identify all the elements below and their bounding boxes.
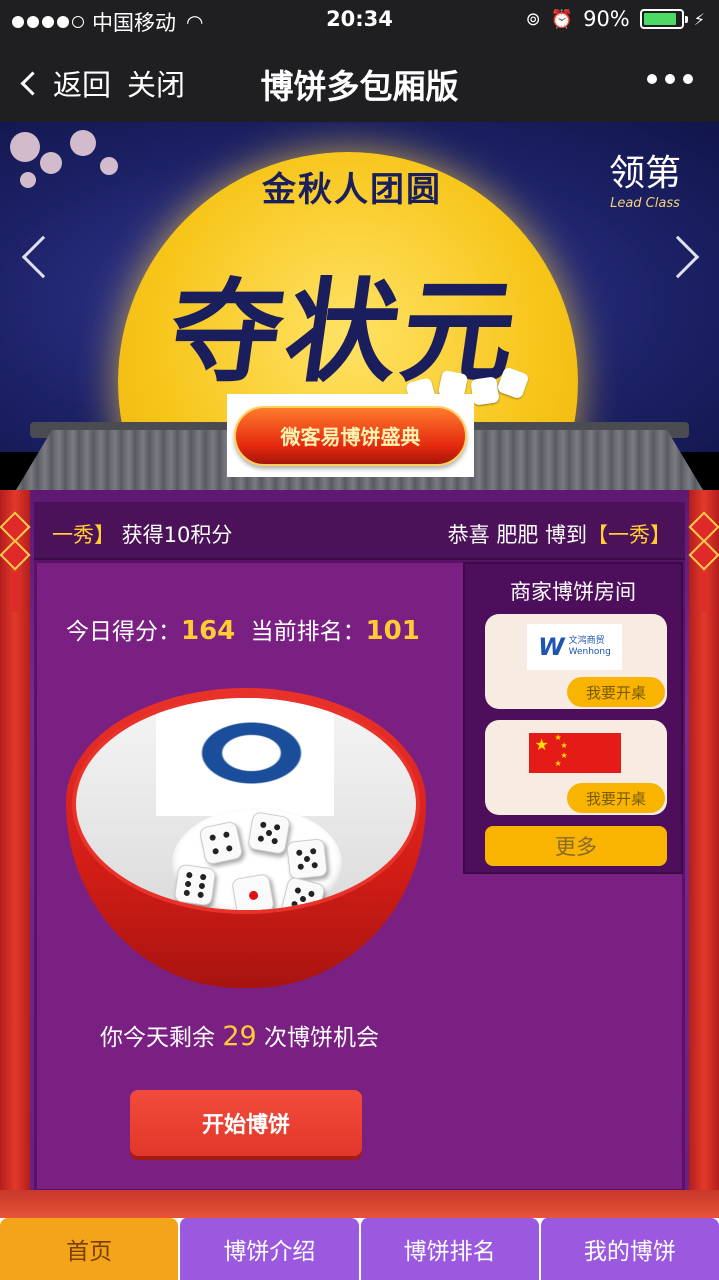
tab-ranking[interactable]: 博饼排名 bbox=[358, 1218, 539, 1280]
right-pillar bbox=[688, 490, 719, 1190]
e-logo-icon bbox=[180, 717, 310, 797]
tab-my-rolls[interactable]: 我的博饼 bbox=[538, 1218, 719, 1280]
open-table-button[interactable]: 我要开桌 bbox=[567, 783, 665, 813]
bottom-tab-bar: 首页 博饼介绍 博饼排名 我的博饼 bbox=[0, 1218, 719, 1280]
score-line: 今日得分：164 当前排名：101 bbox=[66, 616, 420, 646]
page-title: 博饼多包厢版 bbox=[260, 67, 459, 106]
remaining-chances: 你今天剩余 29 次博饼机会 bbox=[100, 1021, 379, 1052]
dice-bowl[interactable] bbox=[66, 688, 426, 988]
china-flag-logo: ★ ★ ★ ★ ★ bbox=[527, 730, 622, 776]
carousel-next-icon[interactable] bbox=[656, 235, 700, 279]
current-rank: 101 bbox=[365, 616, 420, 646]
lock-rotation-icon: ⊚ bbox=[525, 8, 541, 30]
status-right: ⊚ ⏰ 90% ⚡ bbox=[526, 7, 705, 31]
die bbox=[198, 820, 244, 866]
die bbox=[246, 810, 292, 856]
die bbox=[230, 872, 276, 910]
banner-subtitle: 金秋人团圆 bbox=[262, 170, 442, 210]
alarm-icon: ⏰ bbox=[550, 8, 574, 30]
merchant-rooms-panel: 商家博饼房间 W 文鸿商贸 Wenhong 我要开桌 ★ ★ ★ ★ ★ 我要开桌 … bbox=[463, 562, 683, 874]
die bbox=[279, 875, 327, 910]
dice-plate bbox=[172, 808, 342, 910]
die bbox=[173, 863, 217, 907]
brand-logo: 领第 Lead Class bbox=[608, 153, 681, 211]
open-table-button[interactable]: 我要开桌 bbox=[567, 677, 665, 707]
charging-icon: ⚡ bbox=[693, 9, 705, 29]
tab-home[interactable]: 首页 bbox=[0, 1218, 179, 1280]
winner-ticker: 一秀】 获得10积分 恭喜 肥肥 博到【一秀】 bbox=[34, 502, 685, 560]
merchant-title: 商家博饼房间 bbox=[510, 580, 636, 604]
die bbox=[286, 838, 328, 880]
more-menu-icon[interactable] bbox=[647, 74, 693, 84]
room-card[interactable]: ★ ★ ★ ★ ★ 我要开桌 bbox=[485, 720, 667, 815]
china-flag-icon: ★ ★ ★ ★ ★ bbox=[528, 733, 621, 773]
event-button-frame: 微客易博饼盛典 bbox=[227, 394, 474, 477]
today-score: 164 bbox=[181, 616, 236, 646]
left-pillar bbox=[0, 490, 31, 1190]
sponsor-logo bbox=[156, 698, 334, 816]
battery-percent: 90% bbox=[583, 7, 630, 31]
battery-icon bbox=[639, 9, 688, 29]
status-bar: 中国移动 ◠ 20:34 ⊚ ⏰ 90% ⚡ bbox=[0, 0, 719, 40]
stage-floor bbox=[0, 1190, 719, 1220]
carousel-prev-icon[interactable] bbox=[21, 235, 65, 279]
wenhong-logo: W 文鸿商贸 Wenhong bbox=[527, 624, 622, 670]
event-button[interactable]: 微客易博饼盛典 bbox=[234, 405, 467, 466]
more-rooms-button[interactable]: 更多 bbox=[485, 826, 667, 866]
start-roll-button[interactable]: 开始博饼 bbox=[130, 1090, 362, 1156]
tab-intro[interactable]: 博饼介绍 bbox=[178, 1218, 359, 1280]
room-card[interactable]: W 文鸿商贸 Wenhong 我要开桌 bbox=[485, 614, 667, 709]
nav-bar: 返回 关闭 博饼多包厢版 bbox=[0, 40, 719, 122]
